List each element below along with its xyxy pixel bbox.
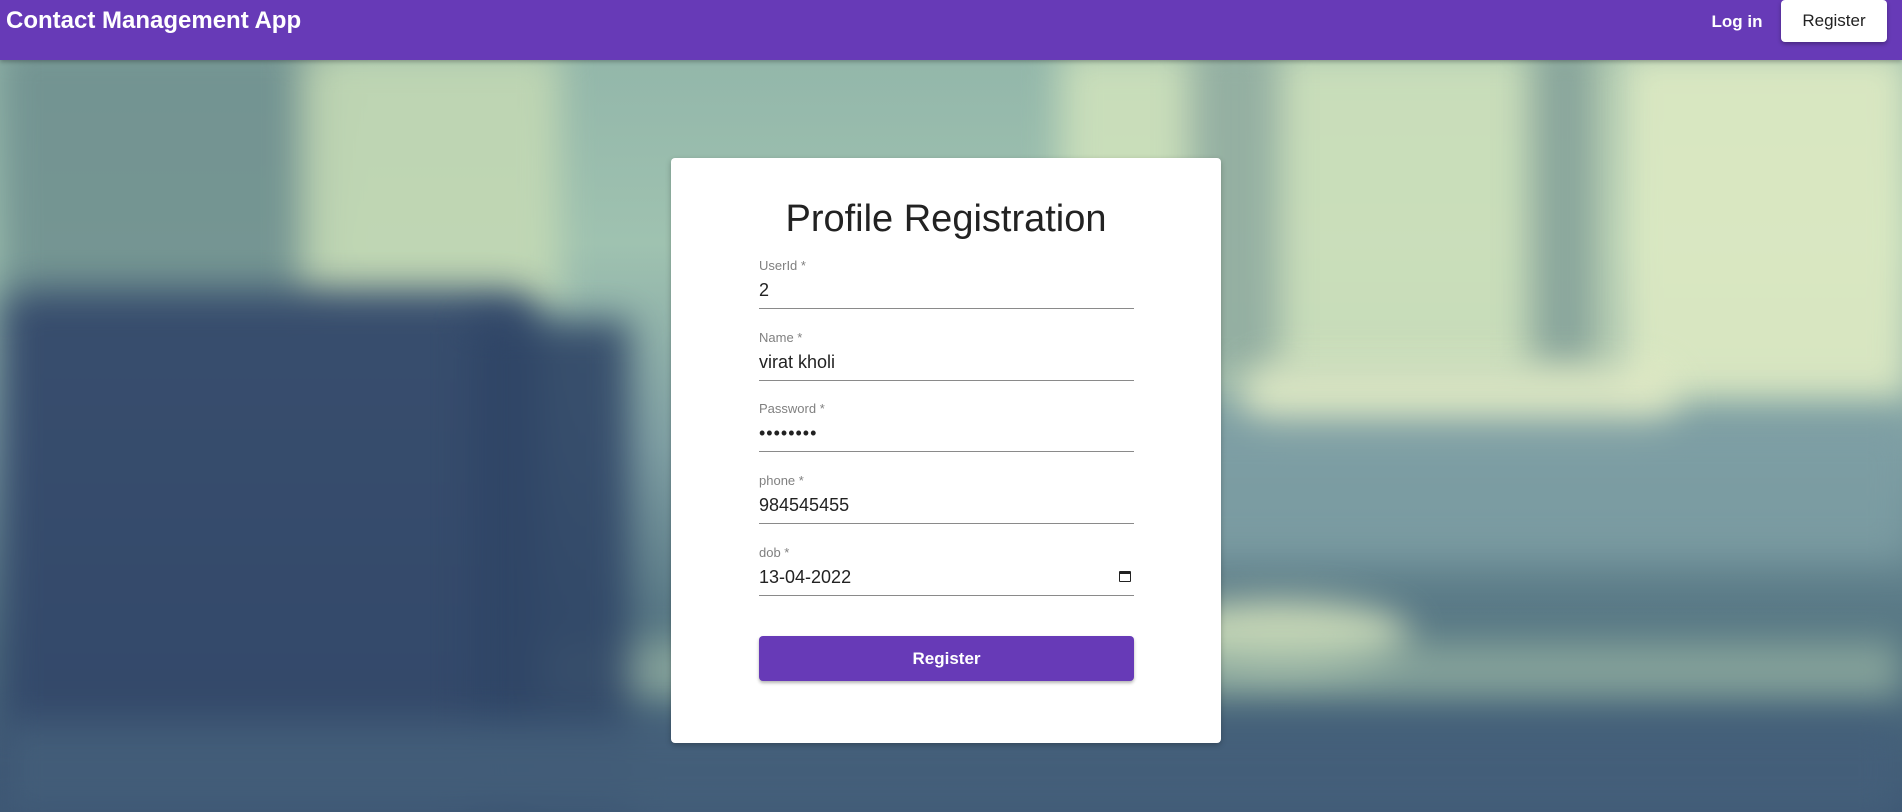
app-title: Contact Management App	[6, 7, 302, 34]
login-button[interactable]: Log in	[1700, 5, 1774, 39]
password-label: Password *	[759, 401, 825, 416]
name-input[interactable]: virat kholi	[759, 351, 835, 373]
register-submit-button[interactable]: Register	[759, 636, 1134, 681]
userid-field[interactable]: UserId * 2	[759, 258, 1134, 309]
app-bar: Contact Management App Log in Register	[0, 0, 1902, 60]
phone-input[interactable]: 984545455	[759, 494, 849, 516]
form-title: Profile Registration	[785, 198, 1107, 240]
name-field[interactable]: Name * virat kholi	[759, 330, 1134, 381]
password-field[interactable]: Password * ••••••••	[759, 401, 1134, 452]
phone-field[interactable]: phone * 984545455	[759, 473, 1134, 524]
phone-label: phone *	[759, 473, 804, 488]
dob-input[interactable]: 13-04-2022	[759, 566, 851, 588]
password-input[interactable]: ••••••••	[759, 422, 817, 444]
calendar-icon[interactable]	[1119, 571, 1131, 582]
name-label: Name *	[759, 330, 803, 345]
register-nav-button[interactable]: Register	[1781, 0, 1887, 42]
dob-label: dob *	[759, 545, 790, 560]
userid-label: UserId *	[759, 258, 806, 273]
dob-field[interactable]: dob * 13-04-2022	[759, 545, 1134, 596]
userid-input[interactable]: 2	[759, 279, 769, 301]
page: Contact Management App Log in Register P…	[0, 0, 1902, 812]
registration-card: Profile Registration UserId * 2 Name * v…	[671, 158, 1221, 743]
